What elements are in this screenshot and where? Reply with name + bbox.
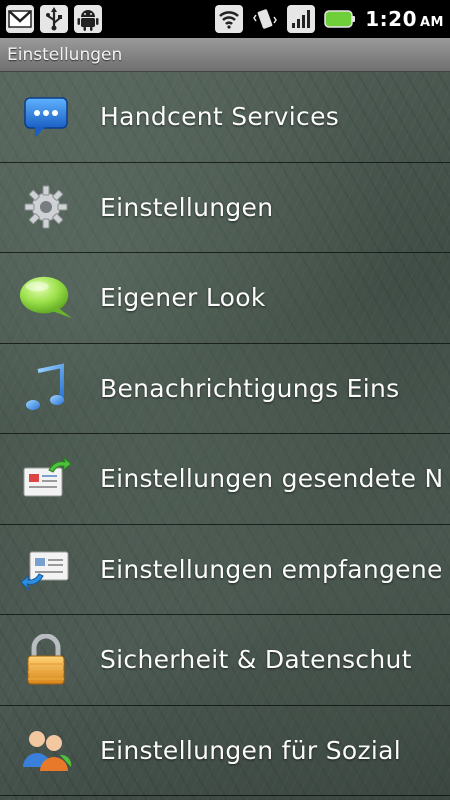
settings-item-empfangene[interactable]: Einstellungen empfangene I (0, 525, 450, 615)
system-icons: 1:20 AM (215, 5, 444, 33)
music-note-icon (18, 360, 74, 416)
settings-item-label: Einstellungen für Sozial (100, 735, 401, 765)
settings-item-label: Einstellungen empfangene I (100, 554, 450, 584)
settings-item-label: Einstellungen (100, 192, 274, 222)
sent-message-icon (18, 451, 74, 507)
settings-item-label: Einstellungen gesendete N (100, 464, 444, 494)
chat-bubble-icon (18, 89, 74, 145)
settings-item-sozial[interactable]: Einstellungen für Sozial (0, 706, 450, 796)
signal-icon (287, 5, 316, 33)
wifi-icon (215, 5, 244, 33)
notification-icons (6, 5, 102, 33)
settings-item-label: Handcent Services (100, 102, 340, 132)
gmail-icon (6, 5, 34, 33)
received-message-icon (18, 541, 74, 597)
settings-item-handcent-services[interactable]: Handcent Services (0, 72, 450, 163)
settings-item-label: Eigener Look (100, 283, 266, 313)
settings-item-sicherheit[interactable]: Sicherheit & Datenschut (0, 615, 450, 706)
settings-item-eigener-look[interactable]: Eigener Look (0, 253, 450, 344)
settings-item-label: Benachrichtigungs Eins (100, 373, 400, 403)
gear-icon (18, 179, 74, 235)
title-bar: Einstellungen (0, 38, 450, 72)
screen: 1:20 AM Einstellungen Handcent Services E… (0, 0, 450, 800)
status-clock: 1:20 AM (365, 7, 444, 31)
lock-icon (18, 632, 74, 688)
settings-item-gesendete[interactable]: Einstellungen gesendete N (0, 434, 450, 525)
green-bubble-icon (18, 270, 74, 326)
settings-item-benachrichtigungs[interactable]: Benachrichtigungs Eins (0, 344, 450, 434)
battery-icon (323, 5, 357, 33)
android-debug-icon (74, 5, 102, 33)
usb-icon (40, 5, 68, 33)
vibrate-icon (251, 5, 279, 33)
page-title: Einstellungen (7, 44, 123, 65)
settings-item-einstellungen[interactable]: Einstellungen (0, 163, 450, 253)
settings-list: Handcent Services Einstellungen Eigener … (0, 72, 450, 800)
people-icon (18, 722, 74, 778)
settings-item-label: Sicherheit & Datenschut (100, 645, 412, 675)
status-bar: 1:20 AM (0, 0, 450, 38)
